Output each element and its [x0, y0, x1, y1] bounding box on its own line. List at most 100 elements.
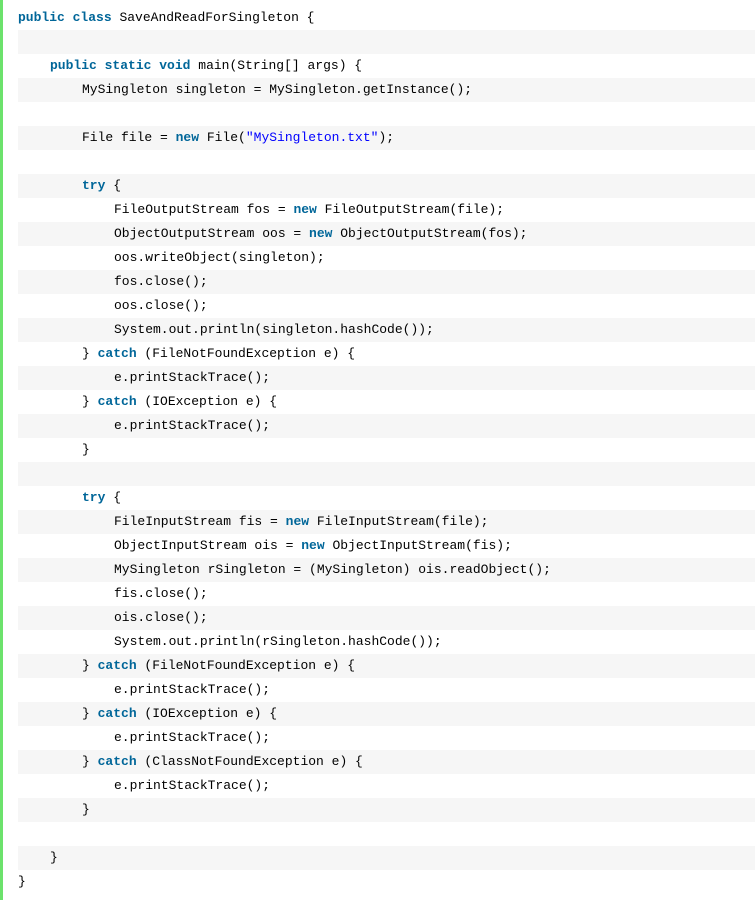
code-token: }: [82, 342, 98, 366]
code-line: MySingleton singleton = MySingleton.getI…: [18, 78, 755, 102]
code-line: try {: [18, 486, 755, 510]
code-token: class: [73, 6, 112, 30]
code-line: } catch (IOException e) {: [18, 702, 755, 726]
code-token: {: [105, 174, 121, 198]
code-token: new: [293, 198, 316, 222]
code-token: ObjectOutputStream oos =: [114, 222, 309, 246]
code-token: e.printStackTrace();: [114, 678, 270, 702]
code-token: System.out.println(singleton.hashCode())…: [114, 318, 434, 342]
code-token: new: [286, 510, 309, 534]
code-line: e.printStackTrace();: [18, 366, 755, 390]
code-line: e.printStackTrace();: [18, 678, 755, 702]
code-token: try: [82, 174, 105, 198]
code-token: }: [82, 654, 98, 678]
code-token: new: [301, 534, 324, 558]
code-line: [18, 150, 755, 174]
code-line: e.printStackTrace();: [18, 726, 755, 750]
code-token: public: [50, 54, 97, 78]
code-token: (IOException e) {: [137, 702, 277, 726]
code-line: FileInputStream fis = new FileInputStrea…: [18, 510, 755, 534]
code-token: }: [82, 438, 90, 462]
code-line: try {: [18, 174, 755, 198]
code-line: } catch (ClassNotFoundException e) {: [18, 750, 755, 774]
code-token: SaveAndReadForSingleton {: [112, 6, 315, 30]
code-token: e.printStackTrace();: [114, 366, 270, 390]
code-line: }: [18, 798, 755, 822]
code-token: [151, 54, 159, 78]
code-line: } catch (FileNotFoundException e) {: [18, 342, 755, 366]
code-token: (IOException e) {: [137, 390, 277, 414]
code-token: ois.close();: [114, 606, 208, 630]
code-line: fis.close();: [18, 582, 755, 606]
code-token: }: [82, 750, 98, 774]
code-token: [18, 150, 26, 174]
code-token: [65, 6, 73, 30]
code-line: e.printStackTrace();: [18, 414, 755, 438]
code-line: public class SaveAndReadForSingleton {: [18, 6, 755, 30]
code-token: catch: [98, 390, 137, 414]
code-line: MySingleton rSingleton = (MySingleton) o…: [18, 558, 755, 582]
code-token: [18, 102, 26, 126]
code-token: ObjectInputStream(fis);: [325, 534, 512, 558]
code-line: fos.close();: [18, 270, 755, 294]
code-token: catch: [98, 654, 137, 678]
code-line: } catch (FileNotFoundException e) {: [18, 654, 755, 678]
code-token: (FileNotFoundException e) {: [137, 342, 355, 366]
code-token: ObjectInputStream ois =: [114, 534, 301, 558]
code-token: [18, 462, 26, 486]
code-token: catch: [98, 342, 137, 366]
code-line: File file = new File("MySingleton.txt");: [18, 126, 755, 150]
code-token: FileInputStream(file);: [309, 510, 488, 534]
code-line: [18, 30, 755, 54]
code-line: System.out.println(rSingleton.hashCode()…: [18, 630, 755, 654]
code-token: [18, 30, 26, 54]
code-line: }: [18, 846, 755, 870]
code-token: catch: [98, 750, 137, 774]
code-token: e.printStackTrace();: [114, 726, 270, 750]
code-line: [18, 462, 755, 486]
code-token: FileOutputStream(file);: [317, 198, 504, 222]
code-token: File file =: [82, 126, 176, 150]
code-line: [18, 102, 755, 126]
code-line: System.out.println(singleton.hashCode())…: [18, 318, 755, 342]
code-token: FileInputStream fis =: [114, 510, 286, 534]
code-token: public: [18, 6, 65, 30]
code-line: ObjectInputStream ois = new ObjectInputS…: [18, 534, 755, 558]
code-token: void: [159, 54, 190, 78]
code-token: }: [18, 870, 26, 894]
code-line: }: [18, 870, 755, 894]
code-token: }: [82, 390, 98, 414]
code-token: new: [309, 222, 332, 246]
code-token: new: [176, 126, 199, 150]
code-line: oos.close();: [18, 294, 755, 318]
code-token: [18, 822, 26, 846]
code-token: MySingleton rSingleton = (MySingleton) o…: [114, 558, 551, 582]
code-token: (ClassNotFoundException e) {: [137, 750, 363, 774]
code-token: System.out.println(rSingleton.hashCode()…: [114, 630, 442, 654]
code-token: fis.close();: [114, 582, 208, 606]
code-token: try: [82, 486, 105, 510]
code-token: oos.close();: [114, 294, 208, 318]
code-line: public static void main(String[] args) {: [18, 54, 755, 78]
code-token: (FileNotFoundException e) {: [137, 654, 355, 678]
code-line: } catch (IOException e) {: [18, 390, 755, 414]
code-token: }: [50, 846, 58, 870]
code-token: static: [105, 54, 152, 78]
code-token: fos.close();: [114, 270, 208, 294]
code-token: e.printStackTrace();: [114, 414, 270, 438]
code-token: );: [378, 126, 394, 150]
code-token: FileOutputStream fos =: [114, 198, 293, 222]
code-token: }: [82, 702, 98, 726]
code-token: {: [105, 486, 121, 510]
code-token: File(: [199, 126, 246, 150]
code-token: "MySingleton.txt": [246, 126, 379, 150]
code-line: [18, 822, 755, 846]
code-line: e.printStackTrace();: [18, 774, 755, 798]
code-block: public class SaveAndReadForSingleton { p…: [0, 0, 755, 900]
code-line: ois.close();: [18, 606, 755, 630]
code-line: FileOutputStream fos = new FileOutputStr…: [18, 198, 755, 222]
code-token: [97, 54, 105, 78]
code-token: catch: [98, 702, 137, 726]
code-token: MySingleton singleton = MySingleton.getI…: [82, 78, 472, 102]
code-token: main(String[] args) {: [190, 54, 362, 78]
